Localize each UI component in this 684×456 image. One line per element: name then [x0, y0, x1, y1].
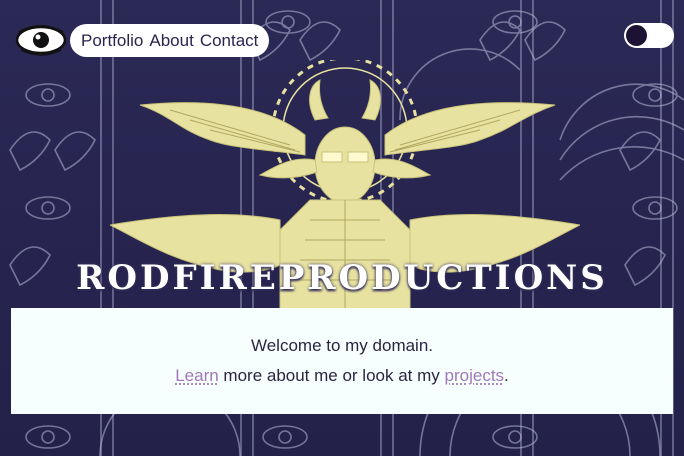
pattern-eye-icon	[25, 83, 71, 107]
learn-link[interactable]: Learn	[175, 366, 218, 385]
welcome-card: Welcome to my domain. Learn more about m…	[11, 308, 673, 414]
site-title: RODFIREPRODUCTIONS	[76, 258, 608, 298]
eye-logo-icon[interactable]	[15, 20, 67, 60]
toggle-knob	[626, 25, 647, 46]
welcome-subtext: Learn more about me or look at my projec…	[11, 366, 673, 386]
nav-link-about[interactable]: About	[149, 31, 193, 51]
welcome-middle-text: more about me or look at my	[218, 366, 445, 385]
welcome-text: Welcome to my domain.	[250, 336, 434, 355]
projects-link[interactable]: projects	[445, 366, 505, 385]
welcome-end-text: .	[504, 366, 509, 385]
nav-link-portfolio[interactable]: Portfolio	[81, 31, 143, 51]
theme-toggle[interactable]	[624, 23, 674, 48]
nav-link-contact[interactable]: Contact	[200, 31, 259, 51]
main-nav: Portfolio About Contact	[70, 24, 270, 57]
